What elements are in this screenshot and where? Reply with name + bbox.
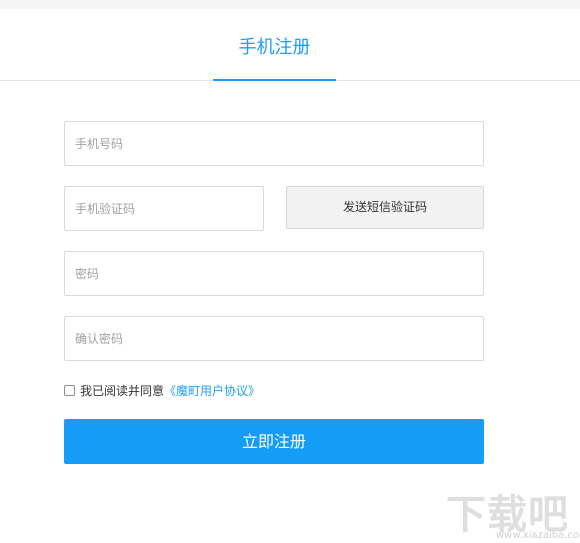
register-button[interactable]: 立即注册 (64, 419, 484, 464)
password-input[interactable] (64, 251, 484, 296)
confirm-password-input[interactable] (64, 316, 484, 361)
header: 手机注册 (0, 9, 580, 81)
agree-label: 我已阅读并同意 (80, 384, 165, 398)
user-agreement-link[interactable]: 《魔町用户协议》 (164, 382, 260, 400)
watermark-logo: 下载吧 www.xiazaiba.com (440, 486, 580, 543)
tab-label: 手机注册 (238, 37, 311, 58)
tab-phone-register[interactable]: 手机注册 (213, 9, 336, 81)
watermark-site: www.xiazaiba.com (496, 530, 580, 541)
send-sms-code-button[interactable]: 发送短信验证码 (286, 186, 484, 229)
top-strip (0, 0, 580, 9)
phone-number-input[interactable] (64, 121, 484, 166)
sms-code-input[interactable] (64, 186, 264, 231)
agree-checkbox[interactable] (64, 385, 75, 396)
active-tab-indicator (213, 79, 336, 81)
